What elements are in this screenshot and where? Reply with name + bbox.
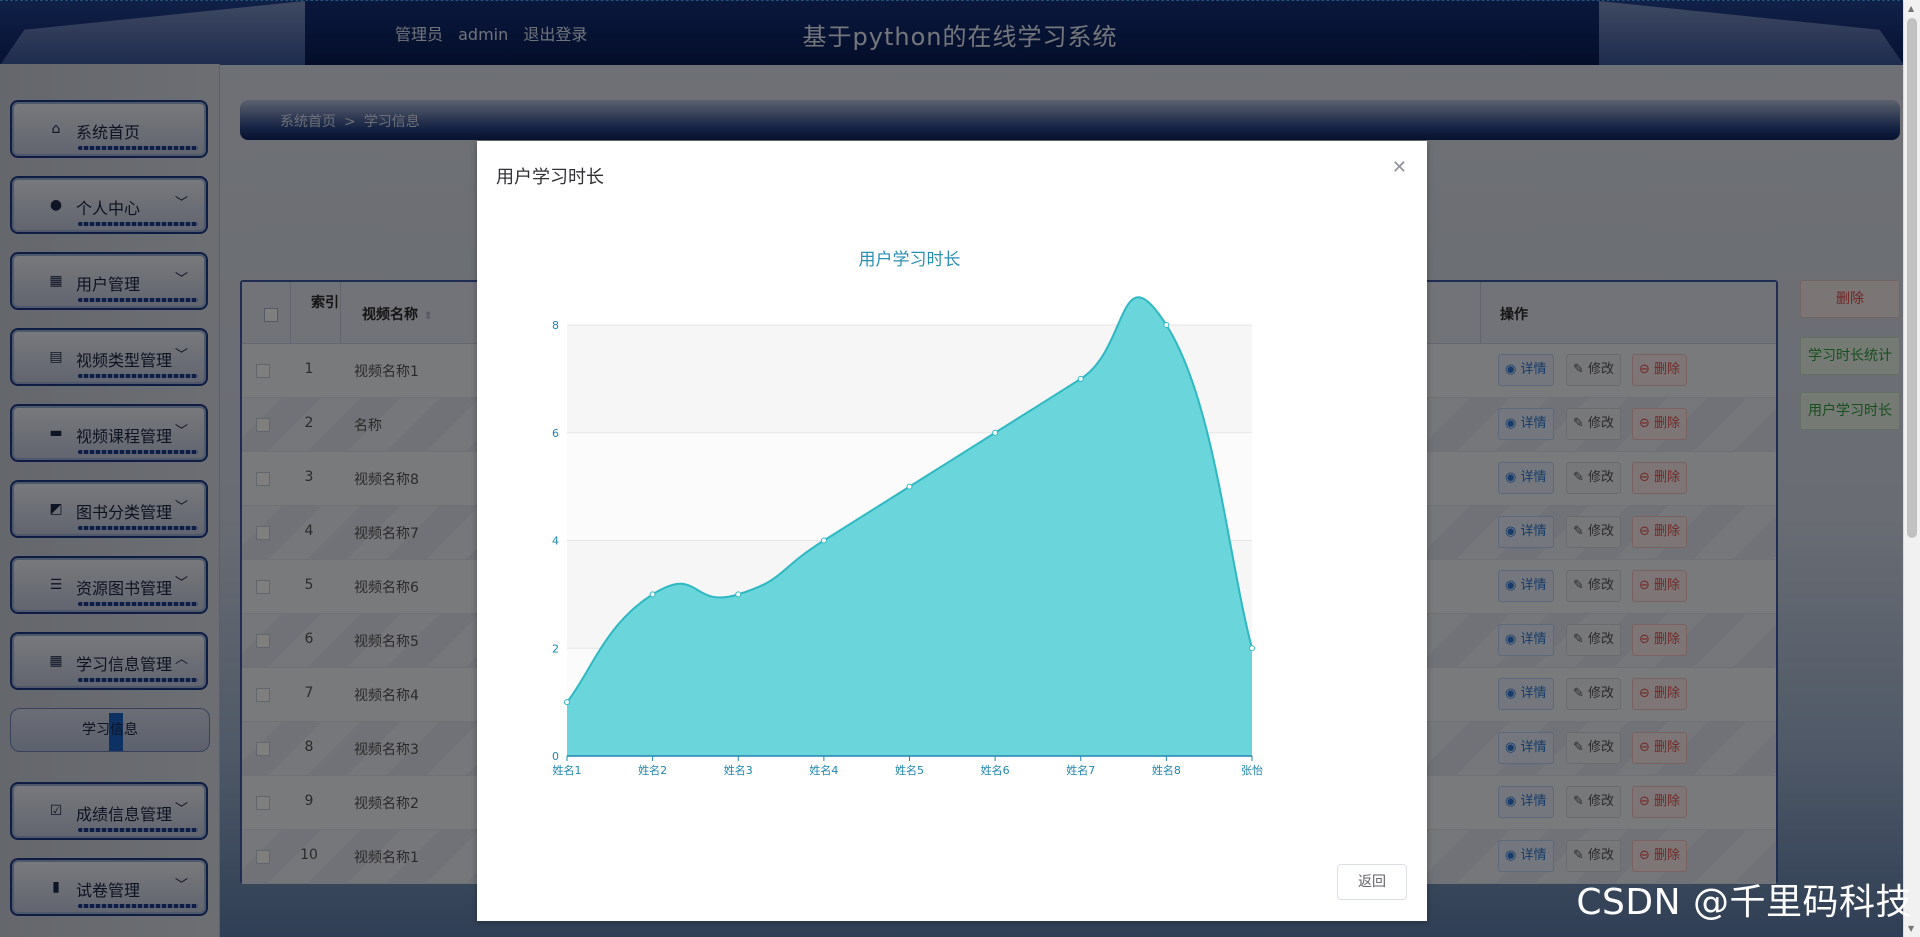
- y-tick-label: 0: [552, 750, 559, 763]
- x-tick-label: 姓名5: [895, 763, 924, 777]
- page-scrollbar[interactable]: ▲ ▼: [1903, 0, 1920, 937]
- y-tick-label: 2: [552, 642, 559, 655]
- data-point: [992, 429, 999, 436]
- data-point: [649, 591, 656, 598]
- x-tick-label: 姓名7: [1066, 763, 1095, 777]
- scrollbar-thumb[interactable]: [1907, 18, 1917, 538]
- x-tick-label: 姓名4: [809, 763, 838, 777]
- area-chart: 用户学习时长 0 2 4 6 8 姓名1 姓名2 姓名3 姓名4 姓名5 姓名6 姓名7 姓名8 张怡: [537, 211, 1367, 831]
- watermark: CSDN @千里码科技: [1576, 882, 1912, 923]
- data-point: [1249, 645, 1255, 652]
- data-point: [564, 699, 570, 706]
- chart-svg: 用户学习时长 0 2 4 6 8 姓名1 姓名2 姓名3 姓名4 姓名5 姓名6 姓名7 姓名8 张怡: [552, 250, 1263, 777]
- x-tick-label: 姓名3: [724, 763, 753, 777]
- chart-title: 用户学习时长: [859, 250, 961, 270]
- y-tick-label: 6: [552, 427, 559, 440]
- close-icon[interactable]: ✕: [1392, 157, 1407, 178]
- x-tick-label: 姓名6: [981, 763, 1010, 777]
- x-tick-label: 姓名8: [1152, 763, 1181, 777]
- y-tick-label: 4: [552, 535, 559, 548]
- dialog-title: 用户学习时长: [496, 167, 604, 188]
- y-tick-label: 8: [552, 319, 559, 332]
- scroll-down-icon[interactable]: ▼: [1908, 924, 1914, 933]
- back-button[interactable]: 返回: [1337, 864, 1407, 900]
- data-point: [820, 537, 827, 544]
- data-point: [906, 483, 913, 490]
- x-tick-label: 姓名2: [638, 763, 667, 777]
- scroll-up-icon[interactable]: ▲: [1908, 4, 1914, 13]
- data-point: [1163, 322, 1170, 328]
- x-tick-label: 张怡: [1241, 763, 1263, 777]
- duration-dialog: 用户学习时长 ✕ 用户学习时长 0 2 4 6 8 姓名1 姓名2 姓名3 姓名4 姓名5 姓名6 姓名…: [477, 141, 1427, 921]
- data-point: [735, 591, 742, 598]
- data-point: [1077, 375, 1084, 382]
- x-tick-label: 姓名1: [553, 763, 582, 777]
